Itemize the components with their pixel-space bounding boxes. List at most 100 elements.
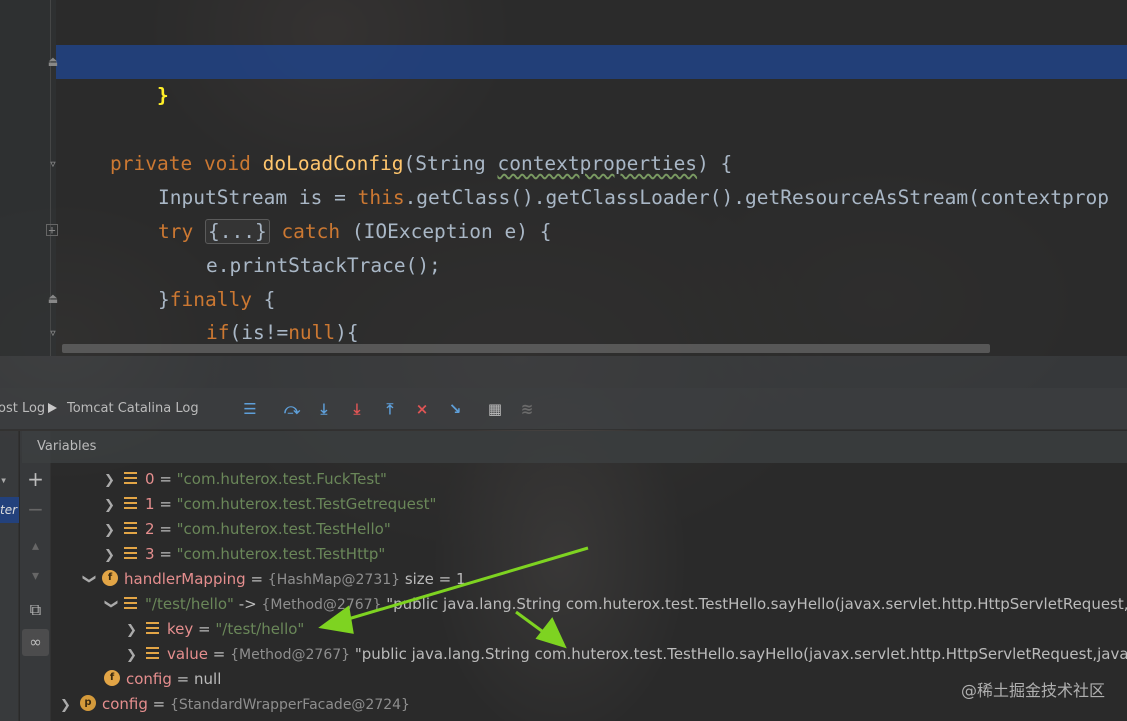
keyword: void [203,152,251,175]
variable-name: key [167,620,194,638]
panel-splitter[interactable] [0,356,1127,388]
code-text: (is!= [229,321,289,344]
code-editor[interactable]: ⏏ ▿ + ⏏ ▿ } private void doLoadConfig(St… [0,0,1127,356]
variable-row[interactable]: f config = null [104,667,221,692]
fold-start-icon[interactable]: ▿ [46,157,60,171]
variable-row[interactable]: ❯ "/test/hello" -> {Method@2767} "public … [104,592,1127,617]
code-line[interactable]: InputStream is = this.getClass().getClas… [158,181,1109,215]
move-down-icon[interactable]: ▾ [22,563,49,590]
dropdown-arrow-icon[interactable]: ▾ [0,473,7,487]
variable-row[interactable]: ❯ p config = {StandardWrapperFacade@2724} [60,692,410,717]
variable-row[interactable]: ❯ 0 = "com.huterox.test.FuckTest" [104,467,387,492]
equals: = [154,495,177,513]
variable-name: handlerMapping [124,570,246,588]
horizontal-scrollbar[interactable] [62,344,990,353]
equals: = [171,670,195,688]
array-item-icon [124,547,137,559]
keyword: null [288,321,336,344]
keyword: this [357,186,405,209]
equals: = [154,470,177,488]
remove-watch-icon[interactable]: − [22,496,49,523]
size-label: size = 1 [400,570,466,588]
variable-row[interactable]: ❯ 1 = "com.huterox.test.TestGetrequest" [104,492,436,517]
copy-icon[interactable]: ⧉ [22,596,49,623]
param-icon: p [80,695,96,711]
variable-name: 1 [145,495,155,513]
code-text: } [158,288,170,311]
expand-arrow-icon[interactable]: ❯ [126,643,146,668]
expand-arrow-icon[interactable]: ❯ [104,468,124,493]
code-line[interactable]: }finally { [158,283,275,317]
expand-arrow-icon[interactable]: ❯ [104,518,124,543]
variable-name: 3 [145,545,155,563]
fold-start-icon[interactable]: ▿ [46,326,60,340]
matched-brace: } [156,84,169,107]
entry-field-icon [146,622,159,634]
field-icon: f [102,570,118,586]
drop-frame-icon[interactable]: ⨯ [412,399,432,419]
keyword: private [110,152,193,175]
equals: = [154,520,177,538]
expand-arrow-icon[interactable]: ❯ [126,618,146,643]
variable-value: "com.huterox.test.TestHttp" [176,545,386,563]
step-out-icon[interactable]: ⤒ [380,399,400,419]
force-step-into-icon[interactable]: ⤓ [347,399,367,419]
code-line[interactable]: private void doLoadConfig(String context… [110,147,732,181]
add-watch-icon[interactable]: + [22,466,49,493]
fold-end-icon[interactable]: ⏏ [46,292,60,306]
keyword: try [158,220,194,243]
variable-row[interactable]: ❯ 2 = "com.huterox.test.TestHello" [104,517,391,542]
equals: = [154,545,177,563]
step-into-icon[interactable]: ⤓ [314,399,334,419]
array-item-icon [124,497,137,509]
variable-row[interactable]: ❯ value = {Method@2767} "public java.lang… [126,642,1127,667]
step-over-icon[interactable]: ⤼ [282,399,302,419]
variable-value: "com.huterox.test.TestGetrequest" [176,495,437,513]
equals: = [245,570,268,588]
entry-field-icon [146,647,159,659]
console-icon [48,402,57,413]
array-item-icon [124,472,137,484]
expand-arrow-icon[interactable]: ❯ [104,543,124,568]
variable-row[interactable]: ❯ 3 = "com.huterox.test.TestHttp" [104,542,385,567]
tab-host-log[interactable]: ost Log [0,388,45,430]
fold-end-icon[interactable]: ⏏ [46,55,60,69]
fold-expand-icon[interactable]: + [46,224,58,236]
tab-tomcat-catalina-log[interactable]: Tomcat Catalina Log [48,388,199,430]
debug-toolbar: ost Log Tomcat Catalina Log ☰ ⤼ ⤓ ⤓ ⤒ ⨯ … [0,388,1127,430]
code-line[interactable]: e.printStackTrace(); [206,249,441,283]
code-line[interactable]: } [110,45,169,147]
equals: = [193,620,216,638]
field-icon: f [104,670,120,686]
frames-list[interactable]: ter ▾ [0,431,19,721]
method-name: doLoadConfig [262,152,404,175]
object-ref: {Method@2767} [230,647,351,663]
expand-arrow-icon[interactable]: ❯ [60,693,80,718]
variable-row[interactable]: ❯ f handlerMapping = {HashMap@2731} size =… [82,567,466,592]
entry-value: "public java.lang.String com.huterox.tes… [381,595,1127,613]
trace-icon[interactable]: ≋ [517,399,537,419]
variable-value: "com.huterox.test.TestHello" [176,520,391,538]
collapse-arrow-icon[interactable]: ❯ [99,599,124,613]
expand-arrow-icon[interactable]: ❯ [104,493,124,518]
move-up-icon[interactable]: ▴ [22,533,49,560]
run-to-cursor-icon[interactable]: ↘ [445,399,465,419]
variable-value: "com.huterox.test.FuckTest" [176,470,387,488]
variables-header: Variables [22,431,1127,463]
array-item-icon [124,522,137,534]
equals: = [147,695,171,713]
variable-row[interactable]: ❯ key = "/test/hello" [126,617,304,642]
code-line[interactable]: try {...} catch (IOException e) { [158,215,551,249]
keyword: if [206,321,230,344]
show-watches-icon[interactable]: ∞ [22,629,49,656]
variable-value: null [194,670,222,688]
frame-item-selected[interactable]: ter [0,497,19,523]
folded-block[interactable]: {...} [204,219,270,244]
collapse-arrow-icon[interactable]: ❯ [77,574,102,588]
entry-key: "/test/hello" [145,595,234,613]
menu-icon[interactable]: ☰ [240,399,260,419]
tab-label: Tomcat Catalina Log [67,401,199,416]
current-line-highlight [56,45,1127,79]
evaluate-icon[interactable]: ▦ [485,399,505,419]
code-text: .getClass().getClassLoader().getResource… [404,186,1109,209]
